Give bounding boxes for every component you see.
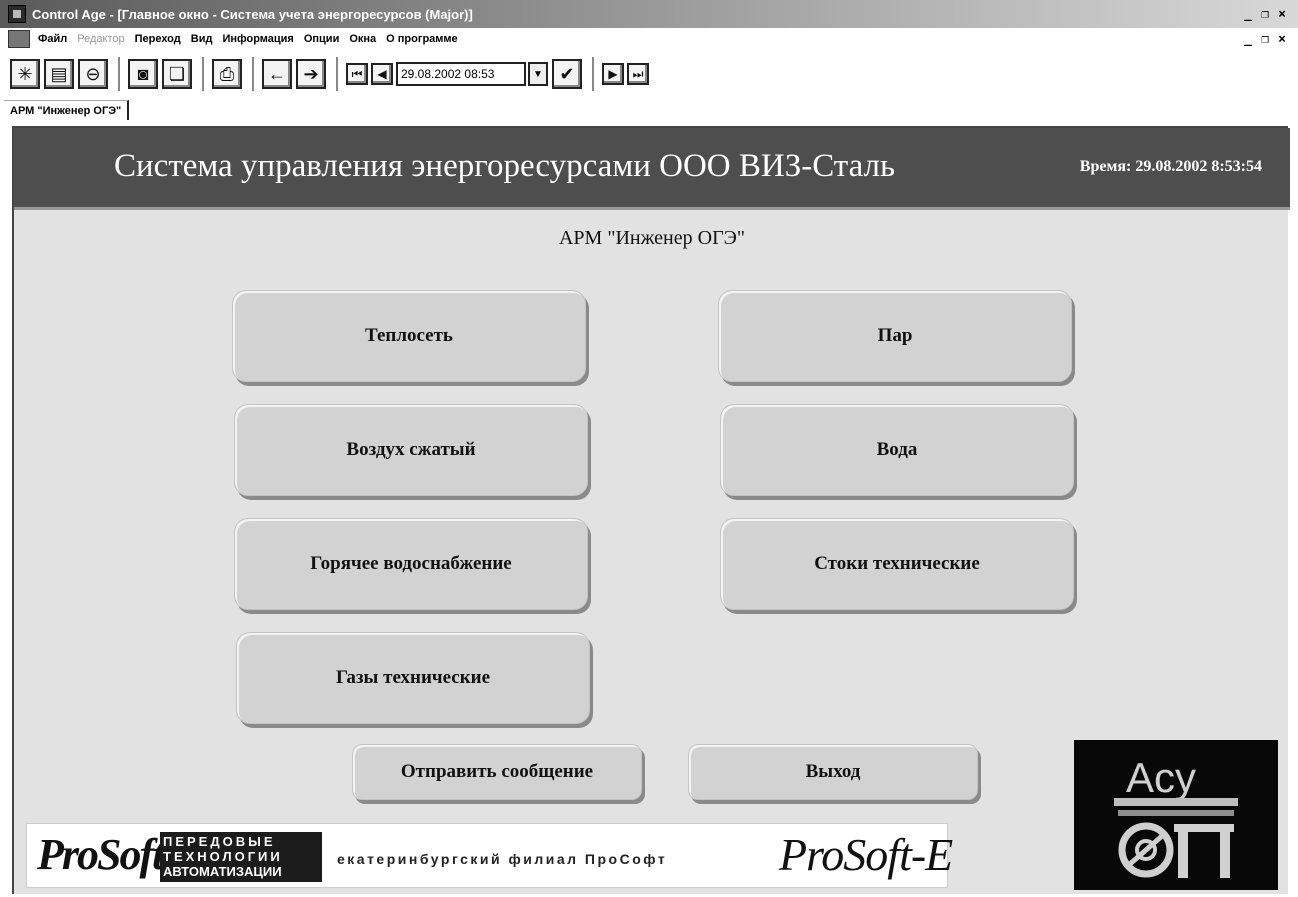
- db-icon[interactable]: ◙: [128, 59, 158, 89]
- slogan-line-3: АВТОМАТИЗАЦИИ: [163, 864, 282, 879]
- app-icon[interactable]: [8, 5, 26, 23]
- tab-arm-engineer[interactable]: АРМ "Инженер ОГЭ": [4, 100, 130, 120]
- slogan-line-2: ТЕХНОЛОГИИ: [163, 849, 283, 864]
- menu-information[interactable]: Информация: [222, 33, 293, 45]
- stop-icon[interactable]: ⊖: [78, 59, 108, 89]
- copy-icon[interactable]: ❏: [162, 59, 192, 89]
- menu-windows[interactable]: Окна: [349, 33, 376, 45]
- toolbar-divider: [118, 57, 120, 91]
- send-message-button[interactable]: Отправить сообщение: [352, 744, 642, 800]
- prosoft-banner: ProSoft ПЕРЕДОВЫЕ ТЕХНОЛОГИИ АВТОМАТИЗАЦ…: [26, 823, 953, 888]
- steam-button[interactable]: Пар: [718, 290, 1072, 382]
- workstation-title: АРМ "Инженер ОГЭ": [558, 227, 746, 249]
- menu-editor[interactable]: Редактор: [77, 33, 124, 45]
- current-time: Время: 29.08.2002 8:53:54: [1079, 158, 1262, 175]
- toolbar-divider: [252, 57, 254, 91]
- asu-text: Асу: [1126, 754, 1196, 801]
- doc-minimize-icon[interactable]: _: [1240, 32, 1256, 47]
- first-icon[interactable]: ⏮: [346, 63, 368, 85]
- teploset-button[interactable]: Теплосеть: [232, 290, 586, 382]
- close-icon[interactable]: ×: [1274, 7, 1290, 22]
- technical-gases-button[interactable]: Газы технические: [236, 632, 590, 724]
- prosoft-e-logo: ProSoft-E: [779, 829, 953, 880]
- branch-text: екатеринбургский филиал ПроСофт: [337, 851, 668, 867]
- menu-navigate[interactable]: Переход: [135, 33, 181, 45]
- document-window-controls: _ ❐ ×: [1240, 32, 1290, 47]
- window-controls: _ ❐ ×: [1240, 7, 1290, 22]
- title-bar: Control Age - [Главное окно - Система уч…: [0, 0, 1298, 28]
- asu-tp-logo-graphic: Асу: [1114, 754, 1238, 878]
- page-icon[interactable]: ▤: [44, 59, 74, 89]
- menu-options[interactable]: Опции: [304, 33, 340, 45]
- doc-close-icon[interactable]: ×: [1274, 32, 1290, 47]
- doc-restore-icon[interactable]: ❐: [1257, 32, 1273, 47]
- exit-button[interactable]: Выход: [688, 744, 978, 800]
- toolbar-divider: [592, 57, 594, 91]
- window-title: Control Age - [Главное окно - Система уч…: [32, 6, 473, 22]
- water-button[interactable]: Вода: [720, 404, 1074, 496]
- asu-tp-logo: Асу: [1074, 740, 1278, 890]
- compressed-air-button[interactable]: Воздух сжатый: [234, 404, 588, 496]
- document-icon[interactable]: [8, 30, 30, 48]
- last-icon[interactable]: ⏭: [627, 63, 649, 85]
- forward-arrow-icon[interactable]: ➔: [296, 59, 326, 89]
- minimize-icon[interactable]: _: [1240, 7, 1256, 22]
- menu-bar: Файл Редактор Переход Вид Информация Опц…: [0, 28, 1298, 50]
- menu-about[interactable]: О программе: [386, 33, 458, 45]
- waste-water-button[interactable]: Стоки технические: [720, 518, 1074, 610]
- toolbar-divider: [202, 57, 204, 91]
- star-icon[interactable]: ✳: [10, 59, 40, 89]
- print-icon[interactable]: ⎙: [212, 59, 242, 89]
- panel-title: Система управления энергоресурсами ООО В…: [114, 148, 896, 184]
- toolbar: ✳ ▤ ⊖ ◙ ❏ ⎙ ← ➔ ⏮ ◀ 29.08.2002 08:53 ▼ ✔…: [0, 52, 1298, 96]
- chevron-down-icon[interactable]: ▼: [528, 62, 548, 86]
- hot-water-button[interactable]: Горячее водоснабжение: [234, 518, 588, 610]
- menu-view[interactable]: Вид: [191, 33, 213, 45]
- datetime-field[interactable]: 29.08.2002 08:53: [396, 62, 526, 86]
- next-icon[interactable]: ▶: [602, 63, 624, 85]
- panel-header: Система управления энергоресурсами ООО В…: [14, 128, 1290, 210]
- restore-icon[interactable]: ❐: [1257, 7, 1273, 22]
- menu-file[interactable]: Файл: [38, 33, 67, 45]
- main-panel: Система управления энергоресурсами ООО В…: [12, 126, 1290, 894]
- tab-strip: АРМ "Инженер ОГЭ": [0, 96, 1298, 122]
- apply-check-icon[interactable]: ✔: [552, 59, 582, 89]
- prosoft-logo: ProSoft: [37, 830, 164, 879]
- slogan-line-1: ПЕРЕДОВЫЕ: [163, 834, 276, 849]
- prev-icon[interactable]: ◀: [371, 63, 393, 85]
- prosoft-slogan: ПЕРЕДОВЫЕ ТЕХНОЛОГИИ АВТОМАТИЗАЦИИ: [160, 832, 322, 882]
- toolbar-divider: [336, 57, 338, 91]
- back-arrow-icon[interactable]: ←: [262, 59, 292, 89]
